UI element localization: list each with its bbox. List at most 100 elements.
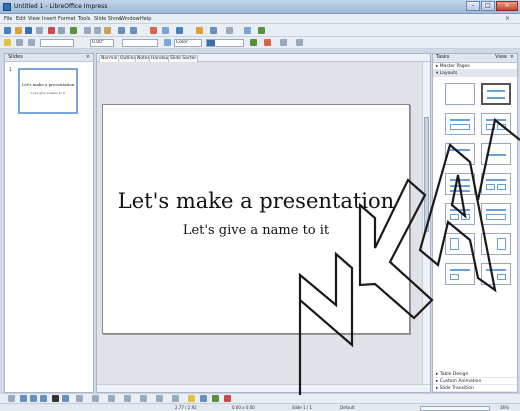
- curve-tool-icon[interactable]: [76, 395, 83, 402]
- redo-icon[interactable]: [130, 27, 137, 34]
- zoom-slider[interactable]: [420, 406, 490, 411]
- new-slide-icon[interactable]: [258, 27, 265, 34]
- section-custom-animation[interactable]: ▸ Custom Animation: [433, 378, 517, 385]
- area-style-select[interactable]: Color: [174, 39, 202, 47]
- export-pdf-icon[interactable]: [48, 27, 55, 34]
- image-icon[interactable]: [176, 27, 183, 34]
- table-icon[interactable]: [162, 27, 169, 34]
- layout-centered-text[interactable]: [481, 143, 511, 165]
- layout-title-2content-stacked[interactable]: [445, 173, 475, 195]
- align-icon[interactable]: [296, 39, 303, 46]
- layout-title-only[interactable]: [445, 143, 475, 165]
- horizontal-scrollbar[interactable]: [97, 384, 430, 392]
- minimize-button[interactable]: –: [466, 1, 480, 11]
- area-fill-select[interactable]: [206, 39, 244, 47]
- block-arrows-icon[interactable]: [140, 395, 147, 402]
- layout-vertical-title[interactable]: [445, 233, 475, 255]
- slide-title[interactable]: Let's make a presentation: [103, 189, 409, 213]
- print-icon[interactable]: [58, 27, 65, 34]
- chart-icon[interactable]: [150, 27, 157, 34]
- basic-shapes-icon[interactable]: [108, 395, 115, 402]
- line-color-select[interactable]: [122, 39, 158, 47]
- layout-title-slide[interactable]: [481, 83, 511, 105]
- layout-title-content[interactable]: [445, 113, 475, 135]
- layout-title-6content[interactable]: [481, 203, 511, 225]
- area-icon[interactable]: [164, 39, 171, 46]
- menu-view[interactable]: View: [28, 16, 40, 22]
- close-tasks-icon[interactable]: ×: [510, 54, 514, 61]
- layout-title-4content[interactable]: [445, 203, 475, 225]
- menu-tools[interactable]: Tools: [78, 16, 90, 22]
- fontwork-icon[interactable]: [212, 395, 219, 402]
- layout-vertical-2[interactable]: [445, 263, 475, 285]
- slide-subtitle[interactable]: Let's give a name to it: [103, 223, 409, 238]
- line-style-select[interactable]: [40, 39, 74, 47]
- menu-format[interactable]: Format: [58, 16, 76, 22]
- flowchart-icon[interactable]: [156, 395, 163, 402]
- slide-number: 1: [9, 68, 12, 73]
- stars-icon[interactable]: [188, 395, 195, 402]
- ellipse-tool-icon[interactable]: [40, 395, 47, 402]
- styles-icon[interactable]: [4, 39, 11, 46]
- close-button[interactable]: ×: [496, 1, 518, 11]
- shadow-icon[interactable]: [250, 39, 257, 46]
- slides-pane-title: Slides: [8, 54, 23, 60]
- text-tool-icon[interactable]: [52, 395, 59, 402]
- lines-arrows-icon[interactable]: [92, 395, 99, 402]
- slide-thumbnail[interactable]: Let's make a presentation Let's give a n…: [18, 68, 78, 114]
- line-icon[interactable]: [16, 39, 23, 46]
- select-icon[interactable]: [8, 395, 15, 402]
- close-pane-icon[interactable]: ×: [86, 54, 90, 61]
- arrange-icon[interactable]: [280, 39, 287, 46]
- section-master-pages[interactable]: ▸ Master Pages: [433, 63, 517, 70]
- slide-canvas[interactable]: Let's make a presentation Let's give a n…: [102, 104, 410, 334]
- email-icon[interactable]: [36, 27, 43, 34]
- zoom-level[interactable]: 36%: [500, 405, 509, 410]
- rotate-icon[interactable]: [264, 39, 271, 46]
- zoom-icon[interactable]: [210, 27, 217, 34]
- symbol-shapes-icon[interactable]: [124, 395, 131, 402]
- menu-insert[interactable]: Insert: [42, 16, 56, 22]
- new-document-icon[interactable]: [4, 27, 11, 34]
- layout-vertical-text[interactable]: [481, 233, 511, 255]
- layout-title-2content[interactable]: [481, 113, 511, 135]
- display-views-icon[interactable]: [226, 27, 233, 34]
- menu-edit[interactable]: Edit: [16, 16, 26, 22]
- layout-blank[interactable]: [445, 83, 475, 105]
- undo-icon[interactable]: [118, 27, 125, 34]
- tasks-view-menu[interactable]: View: [495, 54, 507, 61]
- spellcheck-icon[interactable]: [70, 27, 77, 34]
- close-document-icon[interactable]: ×: [505, 15, 510, 22]
- master-page-name: Default: [340, 405, 355, 410]
- vertical-scrollbar[interactable]: [422, 62, 430, 384]
- menu-help[interactable]: Help: [140, 16, 151, 22]
- cut-icon[interactable]: [84, 27, 91, 34]
- slideshow-icon[interactable]: [196, 27, 203, 34]
- save-icon[interactable]: [25, 27, 32, 34]
- menu-file[interactable]: File: [4, 16, 12, 22]
- tab-normal[interactable]: Normal: [99, 55, 120, 62]
- copy-icon[interactable]: [94, 27, 101, 34]
- rectangle-tool-icon[interactable]: [30, 395, 37, 402]
- line-tool-icon[interactable]: [20, 395, 27, 402]
- connector-tool-icon[interactable]: [62, 395, 69, 402]
- section-table-design[interactable]: ▸ Table Design: [433, 371, 517, 378]
- line-width-field[interactable]: 0.00": [90, 39, 114, 47]
- vertical-scroll-thumb[interactable]: [424, 117, 429, 232]
- points-icon[interactable]: [200, 395, 207, 402]
- section-slide-transition[interactable]: ▸ Slide Transition: [433, 385, 517, 392]
- menu-slide-show[interactable]: Slide Show: [94, 16, 121, 22]
- slide-layout-icon[interactable]: [244, 27, 251, 34]
- layout-title-content-2[interactable]: [481, 173, 511, 195]
- paste-icon[interactable]: [104, 27, 111, 34]
- menu-window[interactable]: Window: [120, 16, 140, 22]
- maximize-button[interactable]: □: [481, 1, 495, 11]
- line-fill-toolbar: 0.00" Color: [0, 37, 520, 49]
- image-from-file-icon[interactable]: [224, 395, 231, 402]
- section-layouts[interactable]: ▾ Layouts: [433, 70, 517, 77]
- open-folder-icon[interactable]: [15, 27, 22, 34]
- layout-vertical-3[interactable]: [481, 263, 511, 285]
- tab-slide-sorter[interactable]: Slide Sorter: [168, 55, 199, 62]
- callouts-icon[interactable]: [172, 395, 179, 402]
- arrow-style-icon[interactable]: [28, 39, 35, 46]
